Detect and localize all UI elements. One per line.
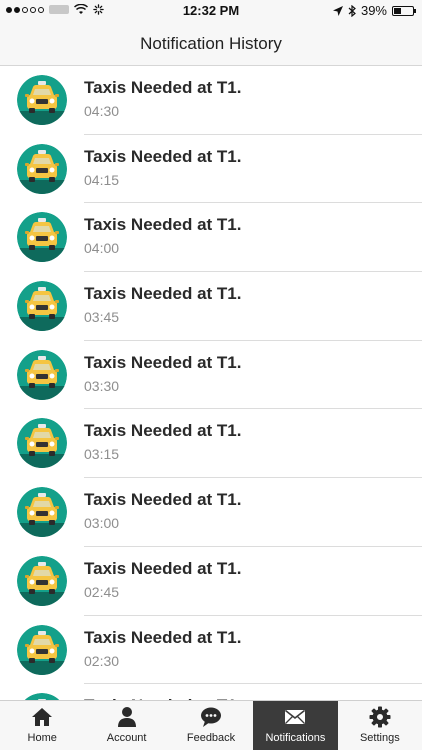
notification-row[interactable]: Taxis Needed at T1. 03:15 — [0, 409, 422, 479]
notification-title: Taxis Needed at T1. — [84, 284, 242, 304]
notification-title: Taxis Needed at T1. — [84, 146, 242, 166]
notification-time: 02:45 — [84, 583, 120, 600]
taxi-avatar-icon — [17, 624, 67, 675]
bluetooth-icon — [348, 4, 356, 17]
notification-list[interactable]: Taxis Needed at T1. 04:30 Taxis Needed at … — [0, 66, 422, 700]
tab-label: Settings — [359, 732, 400, 744]
tab-label: Account — [106, 732, 147, 744]
taxi-avatar-icon — [17, 693, 67, 700]
notification-row[interactable]: Taxis Needed at T1. 03:30 — [0, 341, 422, 410]
notification-time: 03:00 — [84, 515, 120, 532]
notification-title: Taxis Needed at T1. — [84, 490, 242, 510]
notification-row[interactable]: Taxis Needed at T1. 04:15 — [0, 135, 422, 204]
notification-time: 02:30 — [84, 652, 120, 669]
feedback-icon — [199, 705, 223, 732]
notification-time: 04:00 — [84, 240, 120, 257]
envelope-icon — [283, 705, 307, 732]
battery-icon — [392, 5, 416, 16]
home-icon — [30, 705, 54, 732]
notification-title: Taxis Needed at T1. — [84, 352, 242, 372]
taxi-avatar-icon — [17, 281, 67, 332]
notification-title: Taxis Needed at T1. — [84, 215, 242, 235]
notification-row[interactable]: Taxis Needed at T1. 03:45 — [0, 272, 422, 341]
tab-label: Feedback — [186, 732, 236, 744]
notification-row[interactable]: Taxis Needed at T1. — [0, 684, 422, 700]
location-arrow-icon — [332, 5, 343, 16]
notification-time: 03:45 — [84, 309, 120, 326]
status-bar: 12:32 PM 39% — [0, 0, 422, 22]
navigation-bar: Notification History — [0, 22, 422, 66]
notification-row[interactable]: Taxis Needed at T1. 04:30 — [0, 66, 422, 135]
notification-title: Taxis Needed at T1. — [84, 627, 242, 647]
notification-row[interactable]: Taxis Needed at T1. 04:00 — [0, 203, 422, 273]
tab-feedback[interactable]: Feedback — [169, 701, 253, 750]
taxi-avatar-icon — [17, 143, 67, 194]
tab-label: Home — [27, 732, 57, 744]
tab-settings[interactable]: Settings — [338, 701, 422, 750]
taxi-avatar-icon — [17, 555, 67, 606]
taxi-avatar-icon — [17, 487, 67, 538]
gear-icon — [368, 705, 392, 732]
notification-title: Taxis Needed at T1. — [84, 78, 242, 97]
notification-title: Taxis Needed at T1. — [84, 558, 242, 578]
notification-row[interactable]: Taxis Needed at T1. 02:30 — [0, 616, 422, 685]
notification-title: Taxis Needed at T1. — [84, 421, 242, 441]
taxi-avatar-icon — [17, 418, 67, 469]
status-right: 39% — [332, 3, 416, 18]
taxi-avatar-icon — [17, 75, 67, 125]
notification-row[interactable]: Taxis Needed at T1. 02:45 — [0, 547, 422, 616]
tab-account[interactable]: Account — [84, 701, 168, 750]
account-icon — [115, 705, 139, 732]
tab-bar: Home Account Feedback Notifications Settings — [0, 700, 422, 750]
notification-time: 03:15 — [84, 446, 120, 463]
notification-time: 03:30 — [84, 377, 120, 394]
taxi-avatar-icon — [17, 349, 67, 400]
taxi-avatar-icon — [17, 212, 67, 263]
page-title: Notification History — [140, 33, 282, 53]
notification-time: 04:15 — [84, 171, 120, 188]
notification-time: 04:30 — [84, 103, 120, 119]
tab-home[interactable]: Home — [0, 701, 84, 750]
tab-notifications[interactable]: Notifications — [253, 701, 338, 750]
tab-label: Notifications — [265, 732, 326, 744]
battery-percent: 39% — [360, 3, 387, 18]
notification-row[interactable]: Taxis Needed at T1. 03:00 — [0, 478, 422, 547]
